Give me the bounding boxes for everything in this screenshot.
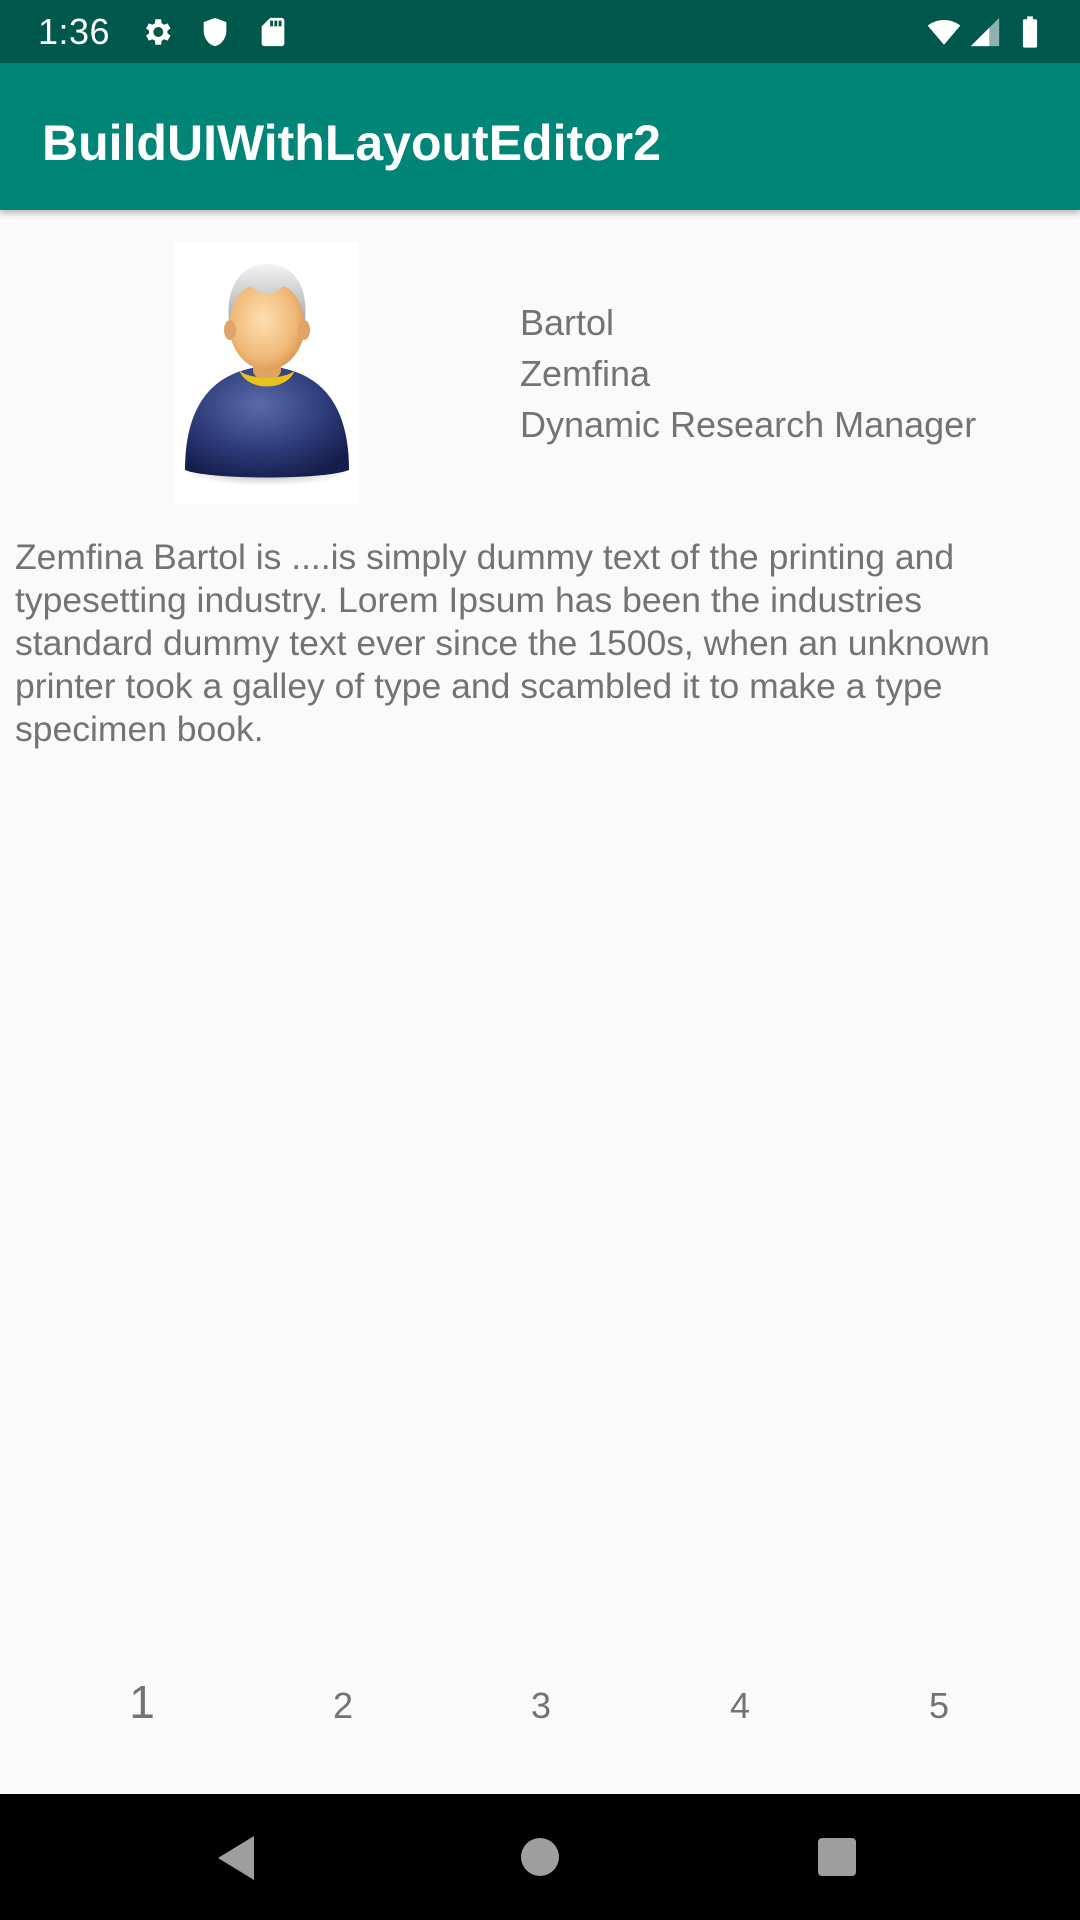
profile-avatar	[175, 242, 359, 504]
shield-icon	[203, 17, 227, 47]
page-1[interactable]: 1	[112, 1679, 172, 1725]
battery-icon	[1022, 16, 1038, 48]
last-name: Bartol	[520, 302, 615, 343]
back-icon[interactable]	[214, 1834, 258, 1882]
wifi-icon	[927, 19, 961, 45]
navigation-bar	[0, 1794, 1080, 1920]
status-time: 1:36	[38, 11, 111, 52]
person-avatar-icon	[183, 264, 351, 486]
status-bar: 1:36	[0, 0, 1080, 63]
sd-card-icon	[261, 17, 285, 47]
recents-icon[interactable]	[817, 1837, 857, 1877]
app-bar: BuildUIWithLayoutEditor2	[0, 63, 1080, 210]
app-title: BuildUIWithLayoutEditor2	[42, 115, 661, 171]
page-5[interactable]: 5	[909, 1684, 969, 1728]
page-3[interactable]: 3	[511, 1684, 571, 1728]
home-icon[interactable]	[519, 1836, 561, 1878]
first-name: Zemfina	[520, 353, 651, 394]
job-title: Dynamic Research Manager	[520, 404, 977, 445]
gear-icon	[146, 19, 171, 45]
page-2[interactable]: 2	[313, 1684, 373, 1728]
cell-signal-icon	[970, 17, 1000, 47]
bio-text: Zemfina Bartol is ....is simply dummy te…	[15, 537, 990, 749]
page-4[interactable]: 4	[710, 1684, 770, 1728]
